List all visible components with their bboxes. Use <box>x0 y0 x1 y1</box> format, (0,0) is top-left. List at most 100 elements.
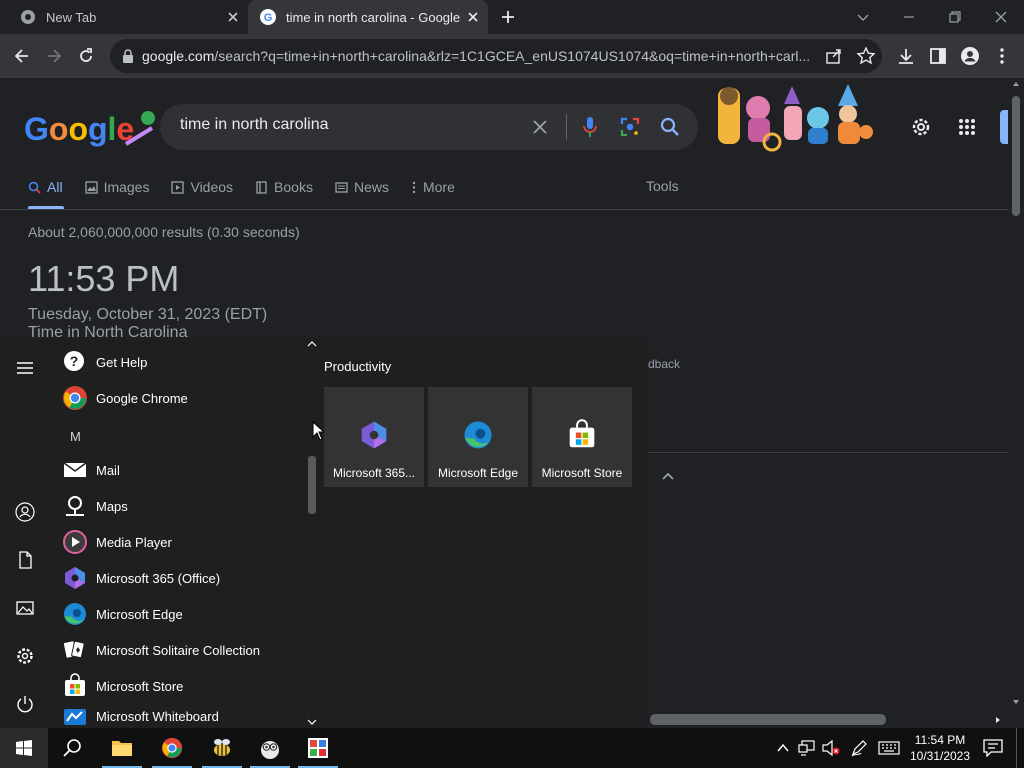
taskbar-clock[interactable]: 11:54 PM 10/31/2023 <box>905 732 975 764</box>
side-panel-icon[interactable] <box>928 46 948 66</box>
share-icon[interactable] <box>824 46 844 66</box>
touch-keyboard-icon[interactable] <box>878 741 900 755</box>
volume-muted-icon[interactable] <box>822 740 840 756</box>
scroll-up-arrow-icon[interactable] <box>1012 80 1020 88</box>
address-bar[interactable]: google.com/search?q=time+in+north+caroli… <box>110 39 882 73</box>
taskbar-search[interactable] <box>48 728 96 768</box>
user-account-icon[interactable] <box>15 502 35 522</box>
tile-microsoft-365[interactable]: Microsoft 365... <box>324 387 424 487</box>
svg-text:G: G <box>264 12 273 24</box>
tab-new-tab[interactable]: New Tab <box>0 0 248 34</box>
tab-title: time in north carolina - Google Search <box>286 9 464 25</box>
back-icon[interactable] <box>12 46 32 66</box>
power-icon[interactable] <box>15 694 35 714</box>
app-get-help[interactable]: ? Get Help <box>50 344 306 380</box>
tab-all[interactable]: All <box>28 178 63 196</box>
m365-icon <box>65 567 85 589</box>
app-microsoft-365[interactable]: Microsoft 365 (Office) <box>50 560 306 596</box>
mic-icon[interactable] <box>582 116 598 138</box>
app-mail[interactable]: Mail <box>50 452 306 488</box>
hamburger-menu-icon[interactable] <box>15 358 35 378</box>
edge-icon <box>64 603 86 625</box>
search-box[interactable] <box>160 104 698 150</box>
clear-icon[interactable] <box>532 119 548 135</box>
app-list-scroll-thumb[interactable] <box>308 456 316 514</box>
tile-microsoft-store[interactable]: Microsoft Store <box>532 387 632 487</box>
taskbar-chrome[interactable] <box>148 728 196 768</box>
app-media-player[interactable]: Media Player <box>50 524 306 560</box>
notifications-icon[interactable] <box>983 739 1003 757</box>
image-icon <box>84 180 98 194</box>
taskbar: 11:54 PM 10/31/2023 <box>0 728 1024 768</box>
start-menu-rail <box>0 338 50 728</box>
app-solitaire[interactable]: Microsoft Solitaire Collection <box>50 632 306 668</box>
close-icon[interactable] <box>466 10 480 24</box>
forward-icon[interactable] <box>44 46 64 66</box>
tab-search-icon[interactable] <box>854 8 872 26</box>
documents-icon[interactable] <box>15 550 35 570</box>
tab-google-search[interactable]: G time in north carolina - Google Search <box>248 0 488 34</box>
windows-logo-icon <box>16 740 32 756</box>
pictures-icon[interactable] <box>15 598 35 618</box>
app-list-scrollbar[interactable] <box>306 338 318 728</box>
chrome-icon <box>21 10 35 24</box>
network-icon[interactable] <box>798 740 816 756</box>
app-maps[interactable]: Maps <box>50 488 306 524</box>
window-close-icon[interactable] <box>992 8 1010 26</box>
search-icon[interactable] <box>660 117 680 137</box>
app-google-chrome[interactable]: Google Chrome <box>50 380 306 416</box>
taskbar-app-owl[interactable] <box>246 728 294 768</box>
scroll-up-arrow-icon[interactable] <box>307 340 317 348</box>
tile-microsoft-edge[interactable]: Microsoft Edge <box>428 387 528 487</box>
taskbar-app-grid[interactable] <box>294 728 342 768</box>
show-hidden-icons-chevron-icon[interactable] <box>776 742 790 754</box>
feedback-link[interactable]: dback <box>648 357 680 371</box>
apps-grid-icon[interactable] <box>958 118 976 136</box>
section-letter-m[interactable]: M <box>50 418 306 454</box>
profile-icon[interactable] <box>960 46 980 66</box>
taskbar-file-explorer[interactable] <box>98 728 146 768</box>
horizontal-scroll-thumb[interactable] <box>650 714 886 725</box>
media-player-icon <box>63 530 87 554</box>
tile-group-title[interactable]: Productivity <box>324 359 391 374</box>
star-icon[interactable] <box>856 46 876 66</box>
app-microsoft-whiteboard[interactable]: Microsoft Whiteboard <box>50 698 306 728</box>
tab-more[interactable]: More <box>411 178 455 196</box>
google-logo[interactable]: Google <box>24 106 156 152</box>
download-icon[interactable] <box>896 46 916 66</box>
tab-books[interactable]: Books <box>255 178 313 196</box>
tab-videos[interactable]: Videos <box>171 178 233 196</box>
tab-news[interactable]: News <box>335 178 389 196</box>
menu-dots-icon[interactable] <box>992 46 1012 66</box>
chevron-up-icon[interactable] <box>660 468 676 484</box>
page-scroll-thumb[interactable] <box>1012 96 1020 216</box>
scroll-down-arrow-icon[interactable] <box>1012 698 1020 706</box>
halloween-doodle[interactable] <box>712 82 874 154</box>
settings-gear-icon[interactable] <box>910 116 932 138</box>
start-button[interactable] <box>0 728 48 768</box>
settings-gear-icon[interactable] <box>15 646 35 666</box>
restore-icon[interactable] <box>946 8 964 26</box>
solitaire-icon <box>63 640 85 659</box>
minimize-icon[interactable] <box>900 8 918 26</box>
maps-icon <box>66 496 84 516</box>
mail-icon <box>63 462 87 477</box>
pen-icon[interactable] <box>850 739 868 757</box>
show-desktop-button[interactable] <box>1016 728 1024 768</box>
lens-icon[interactable] <box>620 117 640 137</box>
tab-images[interactable]: Images <box>84 178 149 196</box>
scroll-right-arrow-icon[interactable] <box>994 716 1002 724</box>
close-icon[interactable] <box>226 10 240 24</box>
book-icon <box>256 180 267 194</box>
taskbar-app-bee[interactable] <box>198 728 246 768</box>
search-input[interactable] <box>180 116 520 134</box>
sign-in-button[interactable] <box>1000 110 1008 144</box>
scroll-down-arrow-icon[interactable] <box>307 718 317 726</box>
tools-button[interactable]: Tools <box>646 178 679 194</box>
taskbar-date: 10/31/2023 <box>909 749 971 763</box>
tab-strip: New Tab G time in north carolina - Googl… <box>0 0 1024 34</box>
search-nav-tabs: All Images Videos Books News More <box>28 178 477 196</box>
reload-icon[interactable] <box>76 46 96 66</box>
new-tab-icon[interactable] <box>500 9 516 25</box>
app-microsoft-edge[interactable]: Microsoft Edge <box>50 596 306 632</box>
